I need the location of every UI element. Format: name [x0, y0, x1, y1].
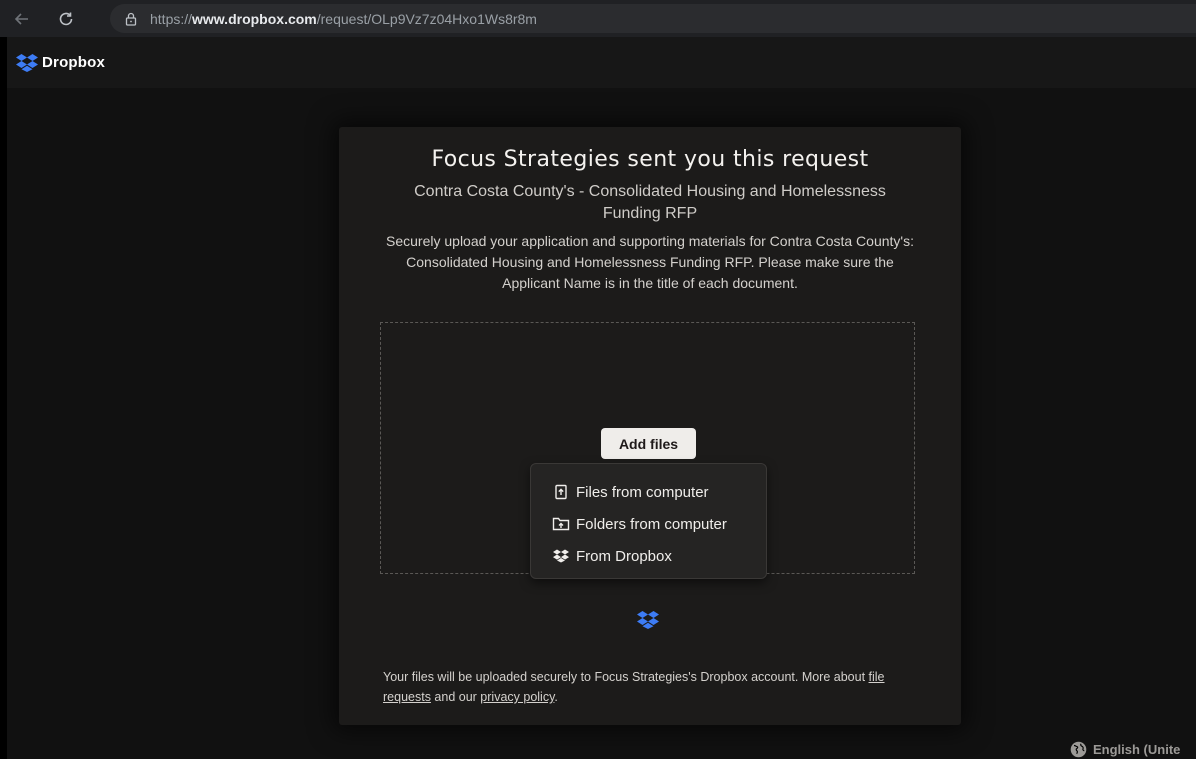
add-files-menu: Files from computer Folders from compute… [530, 463, 767, 579]
reload-icon[interactable] [51, 4, 81, 34]
add-files-button[interactable]: Add files [601, 428, 696, 459]
menu-item-label: Folders from computer [576, 515, 727, 533]
app-frame: Dropbox Focus Strategies sent you this r… [7, 37, 1196, 759]
menu-item-label: Files from computer [576, 483, 709, 501]
top-bar: Dropbox [7, 37, 1196, 88]
request-subtitle: Contra Costa County's - Consolidated Hou… [414, 183, 886, 222]
file-upload-icon [552, 483, 570, 501]
dropbox-footer-logo-icon [637, 611, 659, 629]
upload-disclaimer: Your files will be uploaded securely to … [383, 670, 885, 704]
brand-name: Dropbox [42, 54, 106, 71]
folder-upload-icon [552, 515, 570, 533]
address-bar[interactable]: https://www.dropbox.com/request/OLp9Vz7z… [110, 4, 1196, 33]
upload-dropzone[interactable]: Add files Files from computer Folders fr… [380, 322, 915, 579]
language-label: English (Unite [1093, 742, 1181, 757]
back-arrow-icon[interactable] [7, 4, 37, 34]
menu-item-folders-from-computer[interactable]: Folders from computer [531, 508, 766, 540]
globe-icon [1070, 741, 1087, 758]
url-text: https://www.dropbox.com/request/OLp9Vz7z… [150, 10, 537, 27]
request-title: Focus Strategies sent you this request [431, 147, 869, 172]
menu-item-from-dropbox[interactable]: From Dropbox [531, 540, 766, 572]
request-description: Securely upload your application and sup… [386, 233, 914, 291]
language-selector[interactable]: English (Unite [1070, 741, 1180, 758]
file-request-card: Focus Strategies sent you this request C… [339, 127, 961, 725]
dropbox-logo-link[interactable]: Dropbox [16, 53, 106, 72]
browser-toolbar: https://www.dropbox.com/request/OLp9Vz7z… [0, 0, 1196, 37]
dropbox-icon [552, 547, 570, 565]
menu-item-label: From Dropbox [576, 547, 672, 565]
dropbox-logo-icon [16, 53, 38, 72]
privacy-policy-link[interactable]: privacy policy [480, 690, 554, 704]
lock-icon[interactable] [124, 12, 138, 26]
menu-item-files-from-computer[interactable]: Files from computer [531, 476, 766, 508]
